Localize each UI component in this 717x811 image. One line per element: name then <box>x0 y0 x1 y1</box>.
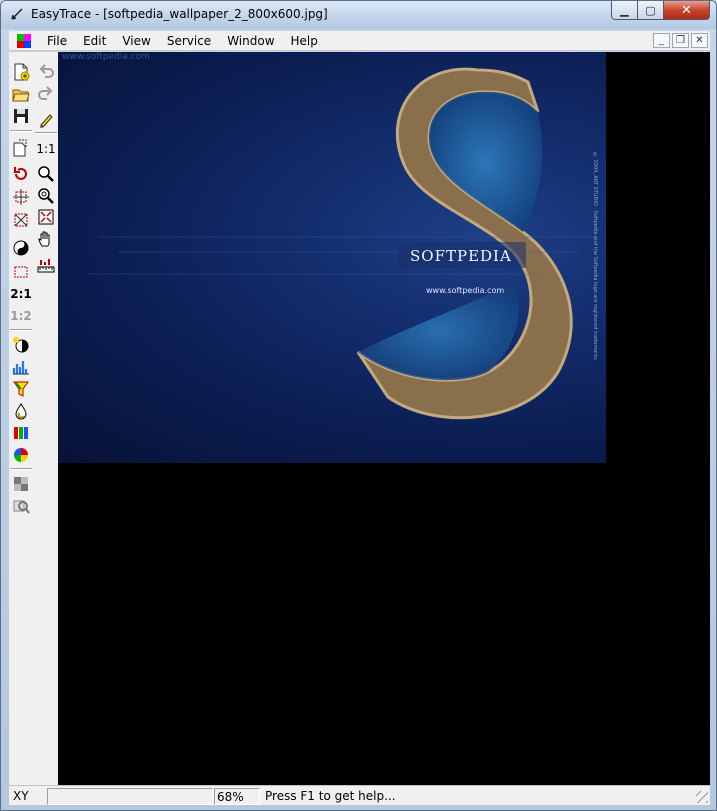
vertical-toolbar: 2:1 1:2 1:1 <box>9 54 59 532</box>
grid-icon[interactable] <box>10 474 32 494</box>
page-setup-icon[interactable] <box>10 138 32 158</box>
menu-window[interactable]: Window <box>219 31 282 51</box>
menu-service[interactable]: Service <box>159 31 219 51</box>
fit-window-icon[interactable] <box>35 207 57 227</box>
image-viewport[interactable]: www.softpedia.com SOFTPEDIA www.softpedi… <box>58 52 710 785</box>
undo-icon[interactable] <box>35 62 57 82</box>
zoom-1-1-button[interactable]: 1:1 <box>35 139 57 159</box>
ruler-icon[interactable] <box>35 256 57 276</box>
menu-edit[interactable]: Edit <box>75 31 114 51</box>
menu-help[interactable]: Help <box>283 31 326 51</box>
menu-file[interactable]: File <box>39 31 75 51</box>
window-controls: ▁ ▢ ✕ <box>611 1 710 21</box>
hand-pan-icon[interactable] <box>35 229 57 249</box>
wallpaper-side-note: © 2004, ART STUDIO · Softpedia and the S… <box>592 152 598 360</box>
app-window: EasyTrace - [softpedia_wallpaper_2_800x6… <box>0 0 717 811</box>
color-bars-icon[interactable] <box>10 423 32 443</box>
new-document-icon[interactable] <box>10 62 32 82</box>
resize-grip[interactable] <box>696 791 708 803</box>
wallpaper-image[interactable]: www.softpedia.com SOFTPEDIA www.softpedi… <box>58 52 606 463</box>
color-wheel-icon[interactable] <box>10 445 32 465</box>
yin-yang-icon[interactable] <box>10 238 32 258</box>
menu-view[interactable]: View <box>114 31 158 51</box>
filter-icon[interactable] <box>10 379 32 399</box>
status-zoom: 68% <box>214 788 260 805</box>
transform-icon[interactable] <box>10 210 32 230</box>
doc-restore-button[interactable]: ❐ <box>672 33 689 48</box>
zoom-1-2-button[interactable]: 1:2 <box>10 306 32 326</box>
island-graphic <box>88 67 598 420</box>
toolbar-separator <box>10 468 32 470</box>
document-color-icon[interactable] <box>17 34 31 48</box>
toolbar-separator <box>10 130 32 132</box>
zoom-2-1-button[interactable]: 2:1 <box>10 284 32 304</box>
redo-icon[interactable] <box>35 84 57 104</box>
menu-bar: File Edit View Service Window Help _ ❐ ✕ <box>9 31 710 51</box>
histogram-icon[interactable] <box>10 357 32 377</box>
status-xy-label: XY <box>13 789 29 803</box>
selection-rect-icon[interactable] <box>10 262 32 282</box>
crop-icon[interactable] <box>10 187 32 207</box>
document-window-controls: _ ❐ ✕ <box>653 33 708 48</box>
brightness-icon[interactable] <box>10 335 32 355</box>
window-title: EasyTrace - [softpedia_wallpaper_2_800x6… <box>31 7 328 21</box>
rotate-icon[interactable] <box>10 164 32 184</box>
doc-minimize-button[interactable]: _ <box>653 33 670 48</box>
status-help-text: Press F1 to get help... <box>265 789 396 803</box>
title-bar[interactable]: EasyTrace - [softpedia_wallpaper_2_800x6… <box>1 1 716 29</box>
maximize-button[interactable]: ▢ <box>638 1 664 20</box>
close-button[interactable]: ✕ <box>664 1 710 20</box>
toolbar-separator <box>10 329 32 331</box>
status-bar: XY 68% Press F1 to get help... <box>9 785 710 805</box>
softpedia-url-text: www.softpedia.com <box>426 286 505 295</box>
pencil-icon[interactable] <box>35 110 57 130</box>
softpedia-logo-text: SOFTPEDIA <box>410 247 512 265</box>
client-area: 2:1 1:2 1:1 www.softpedia.com SOFTPEDIA … <box>9 52 710 785</box>
drop-icon[interactable] <box>10 401 32 421</box>
minimize-button[interactable]: ▁ <box>611 1 638 20</box>
zoom-out-icon[interactable] <box>35 186 57 206</box>
save-disk-icon[interactable] <box>10 106 32 126</box>
toolbar-separator <box>35 132 57 134</box>
easytrace-app-icon[interactable] <box>9 6 25 22</box>
open-folder-icon[interactable] <box>10 84 32 104</box>
status-coordinates <box>47 788 213 805</box>
zoom-in-icon[interactable] <box>35 164 57 184</box>
magnifier-table-icon[interactable] <box>10 496 32 516</box>
doc-close-button[interactable]: ✕ <box>691 33 708 48</box>
